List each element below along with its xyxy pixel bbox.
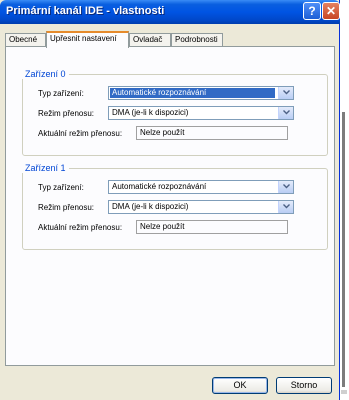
device-1-type-value: Automatické rozpoznávání	[112, 182, 207, 191]
device-1-current-value: Nelze použít	[136, 220, 288, 234]
device-1-mode-value: DMA (je-li k dispozici)	[112, 202, 189, 211]
tab-panel-advanced: Zařízení 0 Typ zařízení: Automatické roz…	[5, 46, 335, 366]
help-button[interactable]: ?	[303, 2, 321, 20]
tab-details[interactable]: Podrobnosti	[171, 33, 223, 47]
device-0-type-select[interactable]: Automatické rozpoznávání	[108, 86, 294, 100]
help-icon: ?	[308, 4, 316, 18]
device-0-mode-label: Režim přenosu:	[38, 109, 95, 118]
ok-button[interactable]: OK	[212, 377, 268, 394]
device-0-current-label: Aktuální režim přenosu:	[38, 129, 123, 138]
device-0-type-label: Typ zařízení:	[38, 89, 84, 98]
tab-driver[interactable]: Ovladač	[129, 33, 171, 47]
cancel-button[interactable]: Storno	[276, 377, 332, 394]
title-bar[interactable]: Primární kanál IDE - vlastnosti ? ✕	[0, 0, 340, 24]
device-1-mode-select[interactable]: DMA (je-li k dispozici)	[108, 200, 294, 214]
chevron-down-icon[interactable]	[278, 181, 293, 193]
chevron-down-icon[interactable]	[278, 201, 293, 213]
device-1-type-select[interactable]: Automatické rozpoznávání	[108, 180, 294, 194]
chevron-down-icon[interactable]	[278, 107, 293, 119]
tab-general[interactable]: Obecné	[5, 33, 46, 47]
background-divider	[342, 112, 345, 387]
properties-dialog: Primární kanál IDE - vlastnosti ? ✕ Obec…	[0, 0, 340, 400]
device-0-mode-select[interactable]: DMA (je-li k dispozici)	[108, 106, 294, 120]
chevron-down-icon[interactable]	[278, 87, 293, 99]
background-window-edge	[341, 0, 349, 400]
window-title: Primární kanál IDE - vlastnosti	[6, 5, 165, 17]
device-0-title: Zařízení 0	[22, 69, 69, 79]
background-scroll-mark	[341, 390, 347, 394]
tab-advanced-settings[interactable]: Upřesnit nastavení	[46, 31, 129, 48]
device-1-type-label: Typ zařízení:	[38, 183, 84, 192]
device-0-current-value: Nelze použít	[136, 126, 288, 140]
device-1-title: Zařízení 1	[22, 163, 69, 173]
device-0-mode-value: DMA (je-li k dispozici)	[112, 108, 189, 117]
close-icon: ✕	[325, 4, 337, 18]
device-1-current-label: Aktuální režim přenosu:	[38, 223, 123, 232]
close-button[interactable]: ✕	[322, 2, 340, 20]
device-0-type-value: Automatické rozpoznávání	[110, 88, 275, 98]
device-1-mode-label: Režim přenosu:	[38, 203, 95, 212]
